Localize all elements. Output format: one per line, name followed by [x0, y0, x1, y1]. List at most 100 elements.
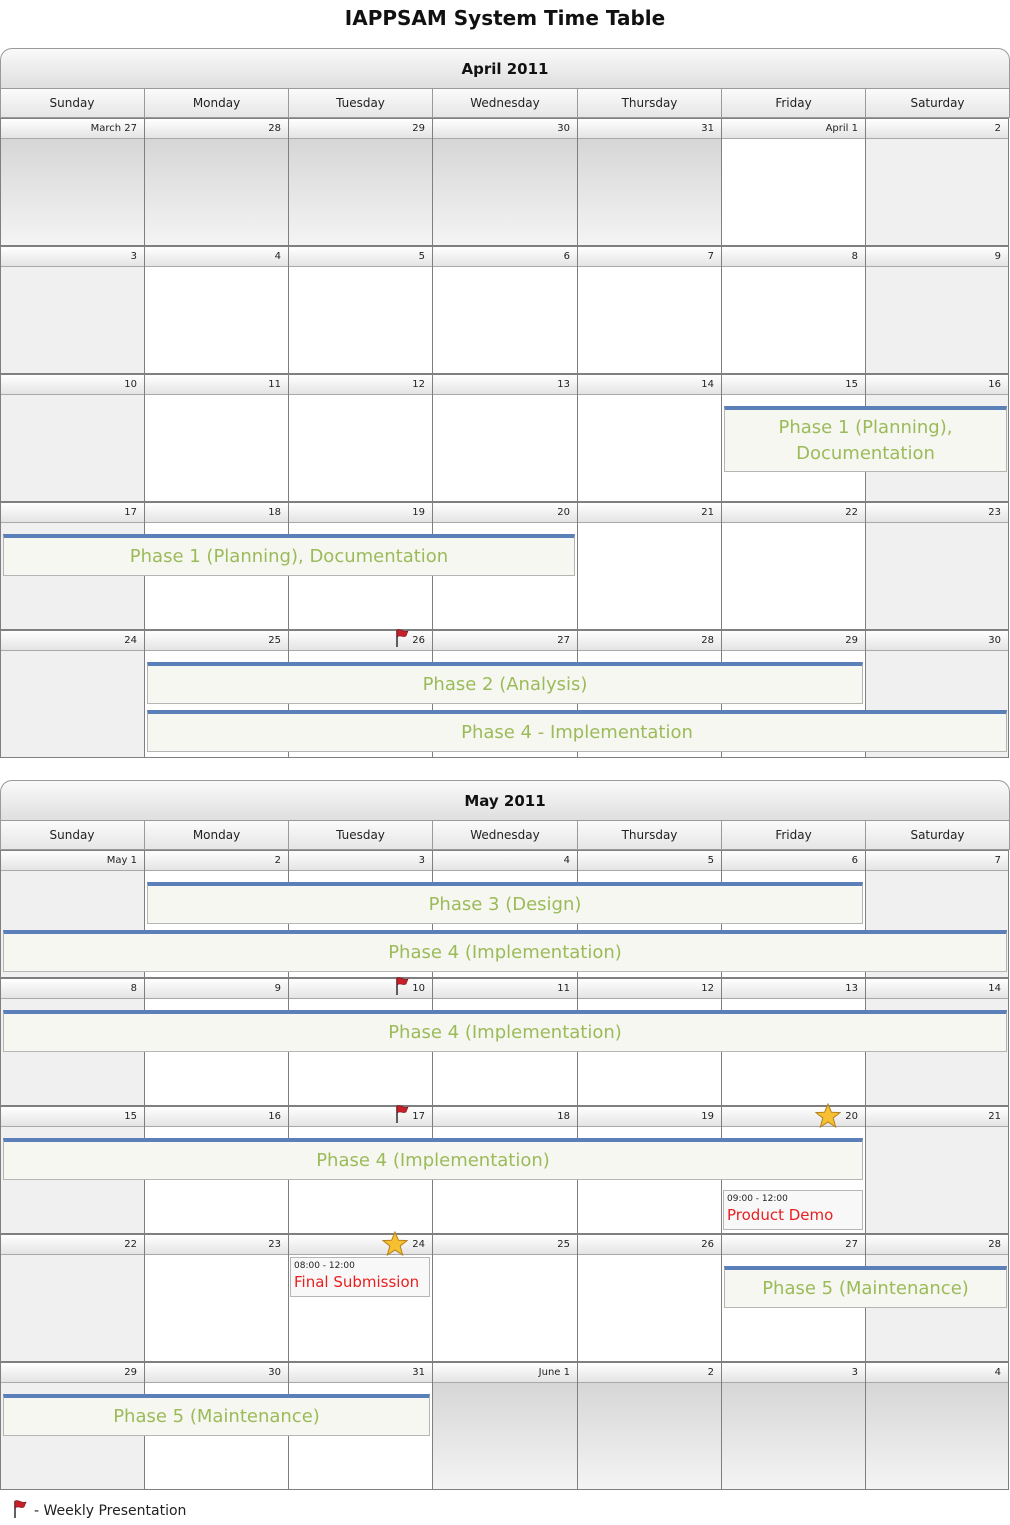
- day-cell[interactable]: 12: [288, 374, 432, 502]
- day-cell[interactable]: 9: [865, 246, 1009, 374]
- event-bar[interactable]: Phase 3 (Design): [147, 882, 863, 924]
- date-label: 29: [289, 118, 432, 139]
- day-cell[interactable]: 22: [721, 502, 865, 630]
- date-label: 28: [578, 630, 721, 651]
- weekday-wednesday: Wednesday: [433, 821, 578, 850]
- day-cell[interactable]: 28: [144, 118, 288, 246]
- day-cell[interactable]: 3: [0, 246, 144, 374]
- day-cell[interactable]: 24: [0, 630, 144, 758]
- weekday-monday: Monday: [145, 821, 289, 850]
- day-cell[interactable]: 11: [144, 374, 288, 502]
- day-cell[interactable]: 23: [865, 502, 1009, 630]
- day-body[interactable]: [1, 651, 144, 757]
- day-body[interactable]: [578, 523, 721, 629]
- date-label: 17: [1, 502, 144, 523]
- flag-icon: [14, 1500, 27, 1518]
- day-cell[interactable]: 3: [721, 1362, 865, 1490]
- day-cell[interactable]: 13: [432, 374, 577, 502]
- day-body[interactable]: [722, 267, 865, 373]
- day-cell[interactable]: 6: [432, 246, 577, 374]
- day-body[interactable]: [433, 267, 577, 373]
- day-body[interactable]: [145, 395, 288, 501]
- day-cell[interactable]: 4: [144, 246, 288, 374]
- event-bar[interactable]: Phase 4 (Implementation): [3, 1010, 1007, 1052]
- day-body[interactable]: [145, 267, 288, 373]
- date-label: 24: [289, 1234, 432, 1255]
- day-cell[interactable]: 29: [288, 118, 432, 246]
- day-body[interactable]: [866, 523, 1008, 629]
- day-cell[interactable]: 7: [577, 246, 721, 374]
- event-bar[interactable]: Phase 4 (Implementation): [3, 1138, 863, 1180]
- day-body[interactable]: [433, 1383, 577, 1489]
- day-body[interactable]: [1, 267, 144, 373]
- day-body[interactable]: [433, 1255, 577, 1361]
- flag-icon: [396, 629, 409, 647]
- day-body[interactable]: [289, 395, 432, 501]
- event-bar[interactable]: Phase 4 - Implementation: [147, 710, 1007, 752]
- event-bar[interactable]: Phase 1 (Planning), Documentation: [724, 406, 1007, 472]
- date-label: 30: [866, 630, 1008, 651]
- day-body[interactable]: [578, 139, 721, 245]
- event-bar[interactable]: Phase 2 (Analysis): [147, 662, 863, 704]
- day-cell[interactable]: 30: [432, 118, 577, 246]
- day-cell[interactable]: 31: [577, 118, 721, 246]
- day-cell[interactable]: 2: [577, 1362, 721, 1490]
- day-cell[interactable]: 14: [577, 374, 721, 502]
- day-body[interactable]: [866, 1127, 1008, 1233]
- day-body[interactable]: [289, 139, 432, 245]
- day-body[interactable]: [1, 139, 144, 245]
- day-cell[interactable]: 8: [721, 246, 865, 374]
- day-body[interactable]: [433, 395, 577, 501]
- event-bar[interactable]: Phase 5 (Maintenance): [3, 1394, 430, 1436]
- date-label: 11: [433, 978, 577, 999]
- date-label: May 1: [1, 850, 144, 871]
- day-body[interactable]: [866, 139, 1008, 245]
- day-body[interactable]: [578, 267, 721, 373]
- day-cell[interactable]: 23: [144, 1234, 288, 1362]
- day-body[interactable]: [433, 139, 577, 245]
- date-label: 20: [722, 1106, 865, 1127]
- date-label: 10: [1, 374, 144, 395]
- day-cell[interactable]: 21: [577, 502, 721, 630]
- day-body[interactable]: [722, 523, 865, 629]
- page-title: IAPPSAM System Time Table: [344, 6, 666, 30]
- day-body[interactable]: [578, 1255, 721, 1361]
- day-cell[interactable]: June 1: [432, 1362, 577, 1490]
- day-cell[interactable]: 22: [0, 1234, 144, 1362]
- day-body[interactable]: [866, 267, 1008, 373]
- date-label: 30: [145, 1362, 288, 1383]
- weekday-saturday: Saturday: [866, 89, 1010, 118]
- day-cell[interactable]: 26: [577, 1234, 721, 1362]
- appointment[interactable]: 08:00 - 12:00 Final Submission: [290, 1257, 430, 1297]
- day-cell[interactable]: 2: [865, 118, 1009, 246]
- day-cell[interactable]: 4: [865, 1362, 1009, 1490]
- date-label: 9: [145, 978, 288, 999]
- weekday-header: Sunday Monday Tuesday Wednesday Thursday Frid…: [0, 820, 1010, 850]
- day-cell[interactable]: March 27: [0, 118, 144, 246]
- day-body[interactable]: [578, 1383, 721, 1489]
- event-bar[interactable]: Phase 5 (Maintenance): [724, 1266, 1007, 1308]
- date-label: 27: [433, 630, 577, 651]
- day-cell[interactable]: 5: [288, 246, 432, 374]
- day-body[interactable]: [722, 139, 865, 245]
- event-bar[interactable]: Phase 1 (Planning), Documentation: [3, 534, 575, 576]
- date-label: 19: [289, 502, 432, 523]
- day-body[interactable]: [722, 1383, 865, 1489]
- day-cell[interactable]: 25: [432, 1234, 577, 1362]
- day-cell[interactable]: 21: [865, 1106, 1009, 1234]
- appointment[interactable]: 09:00 - 12:00 Product Demo: [723, 1190, 863, 1230]
- day-body[interactable]: [578, 395, 721, 501]
- day-body[interactable]: [145, 1255, 288, 1361]
- day-cell[interactable]: April 1: [721, 118, 865, 246]
- day-body[interactable]: [145, 139, 288, 245]
- day-body[interactable]: [1, 395, 144, 501]
- date-label: 25: [433, 1234, 577, 1255]
- day-cell[interactable]: 10: [0, 374, 144, 502]
- day-body[interactable]: [1, 1255, 144, 1361]
- day-body[interactable]: [289, 267, 432, 373]
- day-cell[interactable]: 24: [288, 1234, 432, 1362]
- date-label: June 1: [433, 1362, 577, 1383]
- event-bar[interactable]: Phase 4 (Implementation): [3, 930, 1007, 972]
- date-label: 20: [433, 502, 577, 523]
- day-body[interactable]: [866, 1383, 1008, 1489]
